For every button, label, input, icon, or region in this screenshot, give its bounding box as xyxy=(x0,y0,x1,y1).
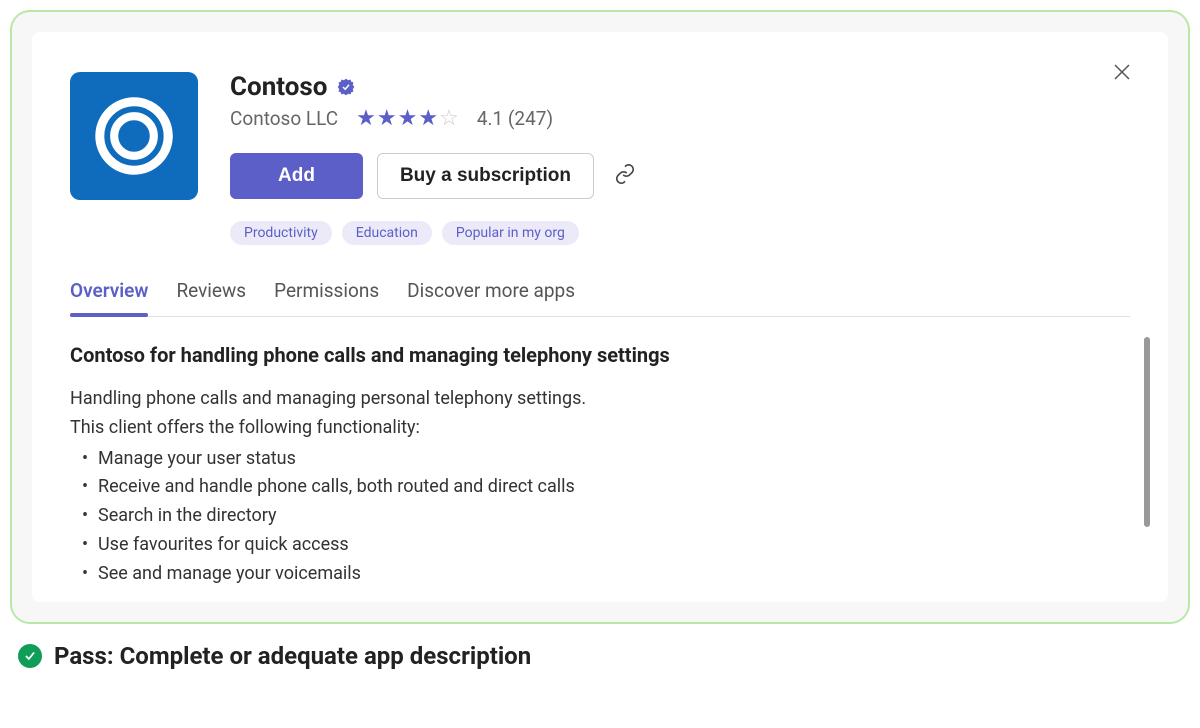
check-icon xyxy=(23,649,37,663)
tab-discover-more-apps[interactable]: Discover more apps xyxy=(407,279,575,316)
tag[interactable]: Productivity xyxy=(230,221,332,245)
overview-heading: Contoso for handling phone calls and man… xyxy=(70,343,1130,367)
tab-permissions[interactable]: Permissions xyxy=(274,279,379,316)
star-filled-icon: ★ xyxy=(398,106,418,131)
feature-list: Manage your user statusReceive and handl… xyxy=(70,445,1130,589)
close-button[interactable] xyxy=(1112,62,1132,86)
copy-link-button[interactable] xyxy=(614,163,636,189)
validation-status: Pass: Complete or adequate app descripti… xyxy=(10,642,1190,670)
tab-reviews[interactable]: Reviews xyxy=(176,279,246,316)
feature-item: Use favourites for quick access xyxy=(70,531,1130,560)
app-header: Contoso Contoso LLC ★★★★☆ 4.1 (247) Add … xyxy=(70,72,1130,245)
scrollbar-thumb[interactable] xyxy=(1144,337,1150,527)
feature-item: Search in the directory xyxy=(70,502,1130,531)
tags-row: Productivity Education Popular in my org xyxy=(230,221,1130,245)
app-icon xyxy=(70,72,198,200)
verified-badge-icon xyxy=(337,78,355,96)
link-icon xyxy=(614,163,636,185)
overview-intro-1: Handling phone calls and managing person… xyxy=(70,385,1130,414)
feature-item: Receive and handle phone calls, both rou… xyxy=(70,473,1130,502)
overview-intro-2: This client offers the following functio… xyxy=(70,414,1130,443)
tag[interactable]: Popular in my org xyxy=(442,221,579,245)
feature-item: See and manage your voicemails xyxy=(70,560,1130,589)
app-logo-icon xyxy=(89,91,179,181)
app-info: Contoso Contoso LLC ★★★★☆ 4.1 (247) Add … xyxy=(230,72,1130,245)
pass-icon xyxy=(18,644,42,668)
feature-item: Manage your user status xyxy=(70,445,1130,474)
star-filled-icon: ★ xyxy=(377,106,397,131)
star-filled-icon: ★ xyxy=(418,106,438,131)
app-title: Contoso xyxy=(230,72,327,102)
status-label: Pass: Complete or adequate app descripti… xyxy=(54,642,531,670)
app-detail-card: Contoso Contoso LLC ★★★★☆ 4.1 (247) Add … xyxy=(32,32,1168,602)
star-filled-icon: ★ xyxy=(356,106,376,131)
rating-value: 4.1 (247) xyxy=(477,107,553,130)
rating-stars: ★★★★☆ xyxy=(356,106,459,131)
close-icon xyxy=(1112,62,1132,82)
tab-overview[interactable]: Overview xyxy=(70,279,148,316)
star-empty-icon: ☆ xyxy=(439,106,459,131)
tag[interactable]: Education xyxy=(342,221,432,245)
overview-content: Contoso for handling phone calls and man… xyxy=(70,343,1130,589)
add-button[interactable]: Add xyxy=(230,153,363,199)
buy-subscription-button[interactable]: Buy a subscription xyxy=(377,153,594,199)
app-listing-frame: Contoso Contoso LLC ★★★★☆ 4.1 (247) Add … xyxy=(10,10,1190,624)
tabs: Overview Reviews Permissions Discover more … xyxy=(70,279,1130,317)
publisher-name: Contoso LLC xyxy=(230,107,338,130)
